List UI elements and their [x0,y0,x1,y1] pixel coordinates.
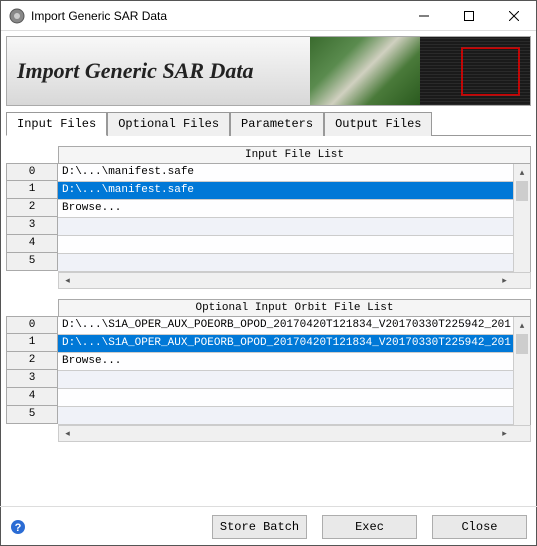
row-header[interactable]: 2 [6,352,58,370]
footer: ? Store Batch Exec Close [0,506,537,546]
scroll-left-icon: ◂ [59,426,76,441]
close-icon [509,11,519,21]
row-header[interactable]: 5 [6,406,58,424]
banner-aerial-image [310,37,420,105]
input-file-row[interactable] [58,236,530,254]
row-header[interactable]: 4 [6,235,58,253]
scroll-track[interactable] [76,273,496,288]
row-header[interactable]: 0 [6,163,58,181]
orbit-row-headers: 0 1 2 3 4 5 [6,316,58,425]
svg-text:?: ? [15,522,22,534]
row-header[interactable]: 1 [6,181,58,199]
input-vertical-scrollbar[interactable]: ▴ [513,164,530,272]
maximize-icon [464,11,474,21]
scroll-track[interactable] [76,426,496,441]
scroll-thumb[interactable] [516,181,528,201]
scroll-up-icon: ▴ [514,317,530,334]
input-file-row[interactable]: D:\...\manifest.safe [58,164,530,182]
tab-optional-files[interactable]: Optional Files [107,112,230,136]
row-header[interactable]: 5 [6,253,58,271]
orbit-file-list-section: Optional Input Orbit File List 0 1 2 3 4… [6,299,531,442]
row-header[interactable]: 1 [6,334,58,352]
input-file-row[interactable] [58,254,530,272]
input-file-row[interactable]: D:\...\manifest.safe [58,182,530,200]
scroll-up-icon: ▴ [514,164,530,181]
input-grid-body: D:\...\manifest.safe D:\...\manifest.saf… [58,163,531,272]
input-file-row[interactable] [58,218,530,236]
input-file-grid: 0 1 2 3 4 5 D:\...\manifest.safe D:\...\… [6,163,531,272]
tabs: Input Files Optional Files Parameters Ou… [6,111,531,136]
row-header[interactable]: 4 [6,388,58,406]
orbit-file-row[interactable]: D:\...\S1A_OPER_AUX_POEORB_OPOD_20170420… [58,317,530,335]
scroll-corner [513,273,530,288]
scroll-thumb[interactable] [516,334,528,354]
tab-content: Input File List 0 1 2 3 4 5 D:\...\manif… [1,136,536,457]
exec-button[interactable]: Exec [322,515,417,539]
orbit-file-row[interactable] [58,389,530,407]
orbit-grid-body: D:\...\S1A_OPER_AUX_POEORB_OPOD_20170420… [58,316,531,425]
input-file-list-section: Input File List 0 1 2 3 4 5 D:\...\manif… [6,146,531,289]
row-header[interactable]: 0 [6,316,58,334]
banner-sar-image [420,37,530,105]
input-file-list-header: Input File List [58,146,531,163]
input-horizontal-scrollbar[interactable]: ◂ ▸ [58,272,531,289]
window-controls [401,1,536,30]
app-icon [9,8,25,24]
orbit-file-row[interactable] [58,371,530,389]
minimize-button[interactable] [401,1,446,30]
close-dialog-button[interactable]: Close [432,515,527,539]
tab-input-files[interactable]: Input Files [6,112,107,136]
scroll-left-icon: ◂ [59,273,76,288]
banner: Import Generic SAR Data [6,36,531,106]
scroll-right-icon: ▸ [496,426,513,441]
close-button[interactable] [491,1,536,30]
orbit-file-row-browse[interactable]: Browse... [58,353,530,371]
tab-parameters[interactable]: Parameters [230,112,324,136]
titlebar: Import Generic SAR Data [1,1,536,31]
scroll-corner [513,426,530,441]
tab-output-files[interactable]: Output Files [324,112,432,136]
orbit-file-list-header: Optional Input Orbit File List [58,299,531,316]
window-title: Import Generic SAR Data [31,9,401,23]
orbit-vertical-scrollbar[interactable]: ▴ [513,317,530,425]
row-header[interactable]: 2 [6,199,58,217]
orbit-horizontal-scrollbar[interactable]: ◂ ▸ [58,425,531,442]
row-header[interactable]: 3 [6,370,58,388]
store-batch-button[interactable]: Store Batch [212,515,307,539]
help-icon[interactable]: ? [10,519,26,535]
banner-image [310,37,530,105]
input-file-row-browse[interactable]: Browse... [58,200,530,218]
orbit-file-row[interactable] [58,407,530,425]
scroll-right-icon: ▸ [496,273,513,288]
maximize-button[interactable] [446,1,491,30]
banner-title: Import Generic SAR Data [7,58,254,84]
row-header[interactable]: 3 [6,217,58,235]
minimize-icon [419,11,429,21]
orbit-file-row[interactable]: D:\...\S1A_OPER_AUX_POEORB_OPOD_20170420… [58,335,530,353]
input-row-headers: 0 1 2 3 4 5 [6,163,58,272]
orbit-file-grid: 0 1 2 3 4 5 D:\...\S1A_OPER_AUX_POEORB_O… [6,316,531,425]
